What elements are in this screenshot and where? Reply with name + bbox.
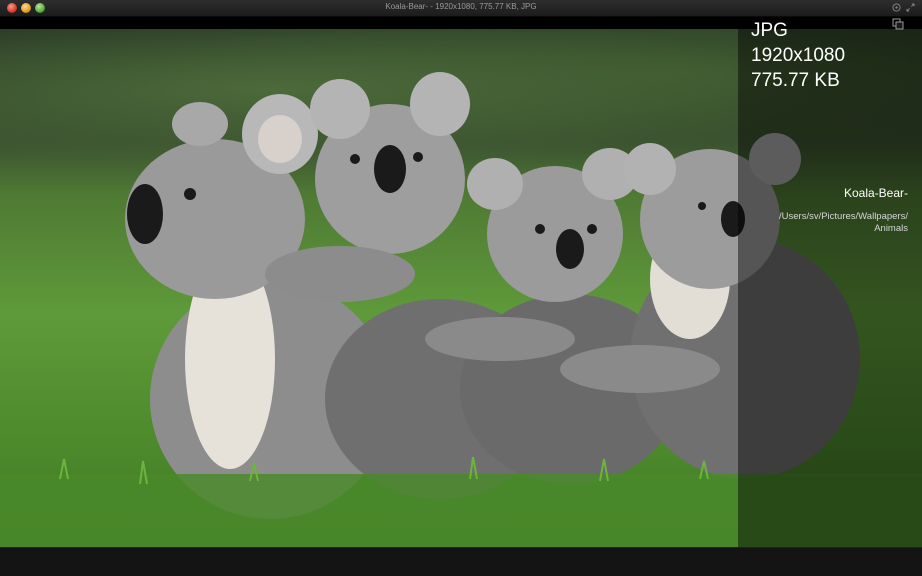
file-path: /Users/sv/Pictures/Wallpapers/ Animals bbox=[779, 211, 908, 234]
file-size: 775.77 KB bbox=[751, 70, 840, 91]
file-format: JPG bbox=[751, 20, 788, 41]
image-dimensions: 1920x1080 bbox=[751, 45, 846, 66]
fullscreen-icon[interactable] bbox=[906, 3, 915, 12]
bottom-bar bbox=[0, 547, 922, 576]
popout-icon[interactable] bbox=[892, 3, 901, 12]
image-preview bbox=[0, 29, 922, 547]
file-name: Koala-Bear- bbox=[843, 186, 908, 200]
quicklook-window: Koala-Bear- - 1920x1080, 775.77 KB, JPG bbox=[0, 0, 922, 576]
window-title: Koala-Bear- - 1920x1080, 775.77 KB, JPG bbox=[385, 2, 537, 11]
copy-icon[interactable] bbox=[892, 18, 904, 30]
info-overlay bbox=[738, 29, 922, 547]
title-bar[interactable]: Koala-Bear- - 1920x1080, 775.77 KB, JPG bbox=[0, 0, 922, 17]
